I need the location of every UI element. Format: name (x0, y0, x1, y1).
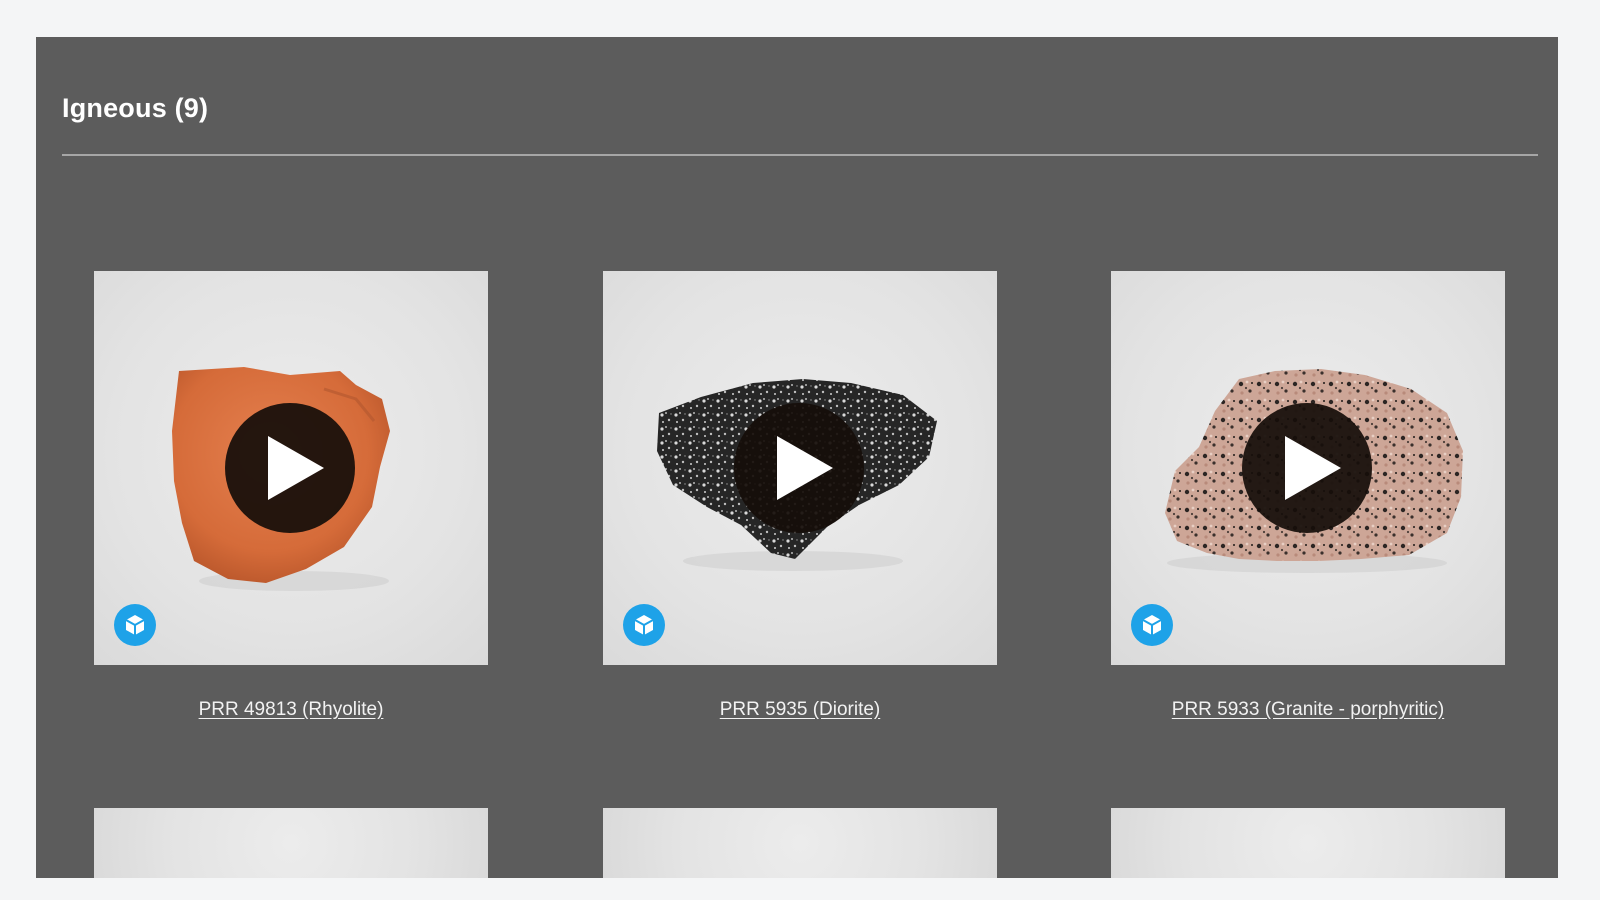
section-title: Igneous (9) (62, 93, 209, 123)
3d-cube-icon (125, 615, 145, 635)
play-icon (268, 436, 324, 500)
specimen-card-granite: PRR 5933 (Granite - porphyritic) (1111, 271, 1505, 721)
play-button[interactable] (1242, 403, 1372, 533)
3d-cube-icon (634, 615, 654, 635)
3d-cube-icon (1142, 615, 1162, 635)
page: Igneous (9) PRR 49813 (Rhyolite) PRR 593… (0, 0, 1600, 900)
specimen-card (1111, 808, 1505, 886)
section-divider (62, 154, 1538, 156)
3d-model-badge[interactable] (623, 604, 665, 646)
3d-model-badge[interactable] (114, 604, 156, 646)
specimen-link[interactable]: PRR 5933 (Granite - porphyritic) (1111, 699, 1505, 721)
specimen-thumbnail[interactable] (1111, 808, 1505, 886)
igneous-section-panel: Igneous (9) PRR 49813 (Rhyolite) PRR 593… (36, 37, 1558, 886)
specimen-thumbnail[interactable] (94, 271, 488, 665)
bottom-strip (0, 878, 1600, 900)
play-icon (1285, 436, 1341, 500)
specimen-card (94, 808, 488, 886)
top-strip (0, 0, 1600, 36)
specimen-thumbnail[interactable] (603, 271, 997, 665)
specimen-thumbnail[interactable] (94, 808, 488, 886)
play-icon (777, 436, 833, 500)
specimen-thumbnail[interactable] (603, 808, 997, 886)
specimen-card-rhyolite: PRR 49813 (Rhyolite) (94, 271, 488, 721)
specimen-card-diorite: PRR 5935 (Diorite) (603, 271, 997, 721)
play-button[interactable] (225, 403, 355, 533)
specimen-thumbnail[interactable] (1111, 271, 1505, 665)
3d-model-badge[interactable] (1131, 604, 1173, 646)
specimen-link[interactable]: PRR 49813 (Rhyolite) (94, 699, 488, 721)
specimen-card (603, 808, 997, 886)
specimen-link[interactable]: PRR 5935 (Diorite) (603, 699, 997, 721)
play-button[interactable] (734, 403, 864, 533)
